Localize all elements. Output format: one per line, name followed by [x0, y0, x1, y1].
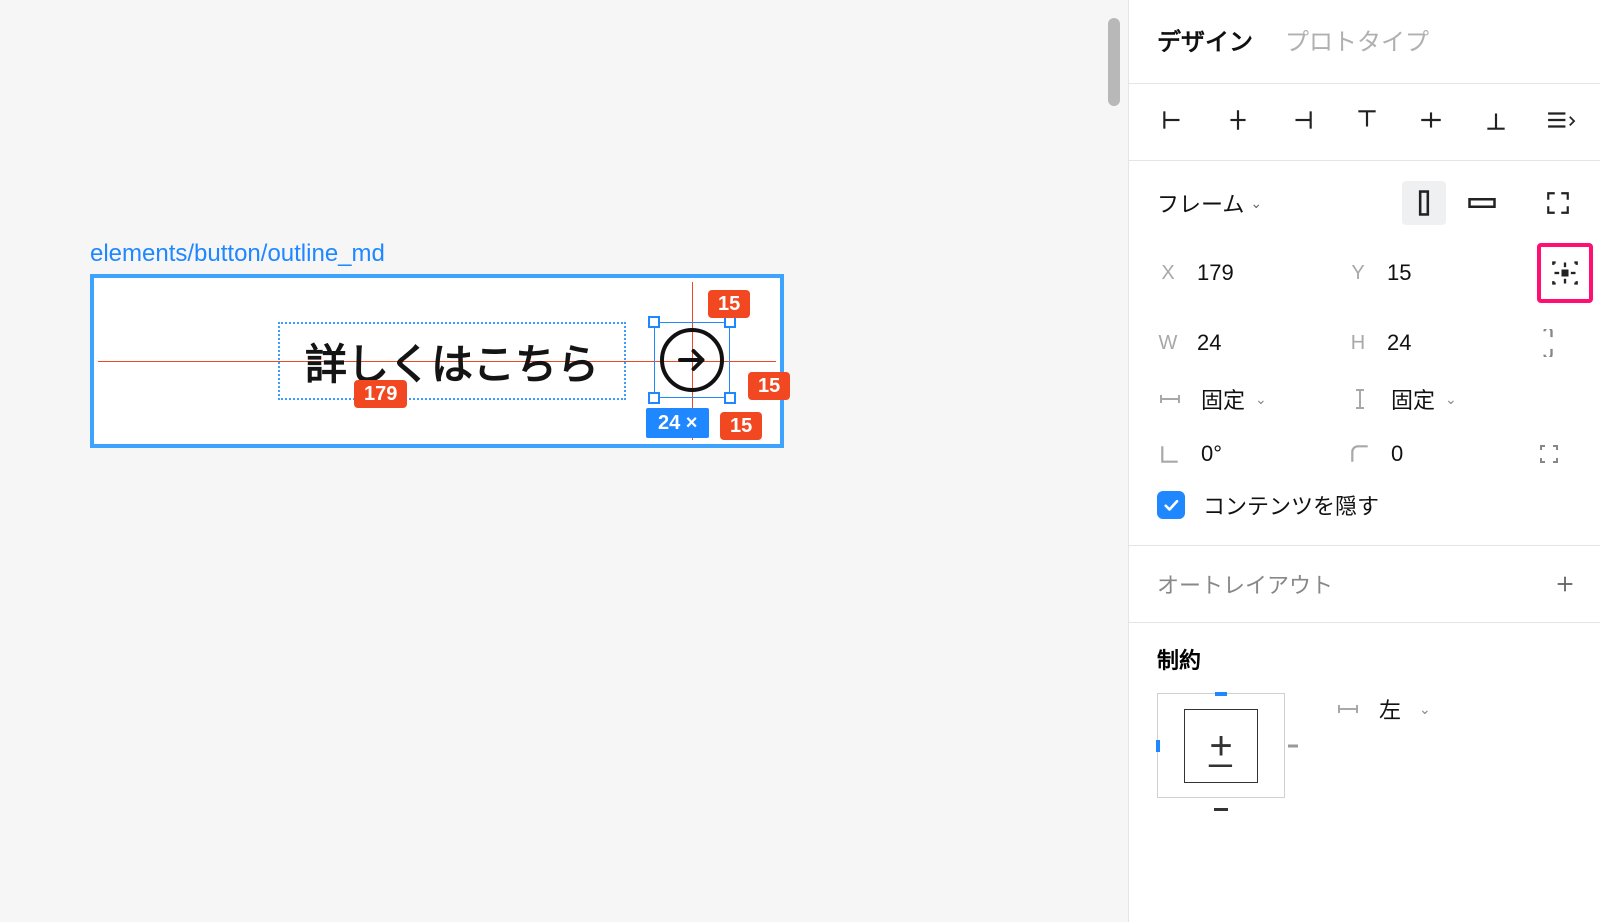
align-hcenter-icon[interactable] — [1222, 104, 1254, 136]
measure-badge-top: 15 — [708, 290, 750, 318]
distribute-icon[interactable] — [1544, 104, 1576, 136]
resize-handle-bl[interactable] — [648, 392, 660, 404]
clip-content-checkbox[interactable] — [1157, 491, 1185, 519]
resize-to-fit-icon[interactable] — [1536, 181, 1580, 225]
constraints-section: 制約 +_ 左 ⌄ — [1129, 623, 1600, 798]
measure-badge-bottom: 15 — [720, 412, 762, 440]
vert-resize-field[interactable]: 固定⌄ — [1347, 383, 1537, 415]
x-field[interactable]: X 179 — [1157, 260, 1347, 286]
vert-resize-icon — [1347, 387, 1373, 411]
canvas-area[interactable]: elements/button/outline_md 詳しくはこちら 179 1… — [0, 0, 1128, 922]
constraint-horizontal-select[interactable]: 左 ⌄ — [1335, 693, 1431, 725]
corner-radius-icon — [1347, 443, 1373, 465]
align-bottom-icon[interactable] — [1480, 104, 1512, 136]
selection-dimensions-badge: 24 × — [646, 408, 709, 438]
constraints-title: 制約 — [1157, 643, 1576, 675]
horiz-resize-icon — [1335, 701, 1361, 717]
frame-section-title[interactable]: フレーム⌄ — [1157, 187, 1262, 219]
alignment-row — [1129, 84, 1600, 161]
y-field[interactable]: Y 15 — [1347, 260, 1537, 286]
rotation-field[interactable]: 0° — [1157, 441, 1347, 467]
measure-badge-right: 15 — [748, 372, 790, 400]
constraint-top-indicator — [1215, 692, 1227, 696]
frame-on-canvas: elements/button/outline_md 詳しくはこちら 179 1… — [90, 240, 784, 448]
chevron-down-icon: ⌄ — [1445, 391, 1457, 408]
resize-handle-br[interactable] — [724, 392, 736, 404]
add-auto-layout-button[interactable] — [1554, 573, 1576, 595]
canvas-scrollbar[interactable] — [1108, 18, 1120, 106]
angle-icon — [1157, 443, 1183, 465]
auto-layout-section: オートレイアウト — [1129, 546, 1600, 623]
constraint-inner-box: +_ — [1184, 709, 1258, 783]
resize-horizontal-mode[interactable] — [1460, 181, 1504, 225]
independent-corners-icon[interactable] — [1537, 442, 1597, 466]
chevron-down-icon: ⌄ — [1250, 195, 1262, 212]
constraint-right-mark — [1288, 744, 1298, 747]
plus-icon: +_ — [1209, 736, 1232, 756]
align-right-icon[interactable] — [1286, 104, 1318, 136]
chevron-down-icon: ⌄ — [1255, 391, 1267, 408]
auto-layout-title: オートレイアウト — [1157, 568, 1333, 600]
button-text: 詳しくはこちら — [305, 331, 599, 392]
aspect-lock-icon[interactable] — [1537, 329, 1597, 357]
outer-frame[interactable]: 詳しくはこちら 179 15 15 24 × 15 — [90, 274, 784, 448]
chevron-down-icon: ⌄ — [1419, 701, 1431, 718]
frame-section: フレーム⌄ X 179 Y 15 — [1129, 161, 1600, 546]
horiz-resize-field[interactable]: 固定⌄ — [1157, 383, 1347, 415]
design-panel: デザイン プロトタイプ フレーム⌄ — [1128, 0, 1600, 922]
constraint-left-indicator — [1156, 740, 1160, 752]
arrow-right-circle-icon — [660, 328, 724, 392]
align-top-icon[interactable] — [1351, 104, 1383, 136]
w-field[interactable]: W 24 — [1157, 330, 1347, 356]
constraint-bottom-mark — [1214, 808, 1228, 811]
tab-prototype[interactable]: プロトタイプ — [1285, 22, 1429, 57]
clip-content-row[interactable]: コンテンツを隠す — [1157, 489, 1580, 521]
constraints-widget[interactable]: +_ — [1157, 693, 1285, 798]
clip-content-label: コンテンツを隠す — [1203, 489, 1379, 521]
button-text-layer[interactable]: 詳しくはこちら — [278, 322, 626, 400]
corner-radius-field[interactable]: 0 — [1347, 441, 1537, 467]
align-vcenter-icon[interactable] — [1415, 104, 1447, 136]
measure-badge-left: 179 — [354, 380, 407, 408]
horiz-resize-icon — [1157, 391, 1183, 407]
absolute-position-button[interactable] — [1537, 243, 1593, 303]
frame-label[interactable]: elements/button/outline_md — [90, 240, 784, 268]
resize-vertical-mode[interactable] — [1402, 181, 1446, 225]
align-left-icon[interactable] — [1157, 104, 1189, 136]
tab-design[interactable]: デザイン — [1157, 22, 1253, 57]
panel-tabs: デザイン プロトタイプ — [1129, 0, 1600, 84]
selected-arrow-icon-frame[interactable] — [654, 322, 730, 398]
resize-handle-tl[interactable] — [648, 316, 660, 328]
h-field[interactable]: H 24 — [1347, 330, 1537, 356]
